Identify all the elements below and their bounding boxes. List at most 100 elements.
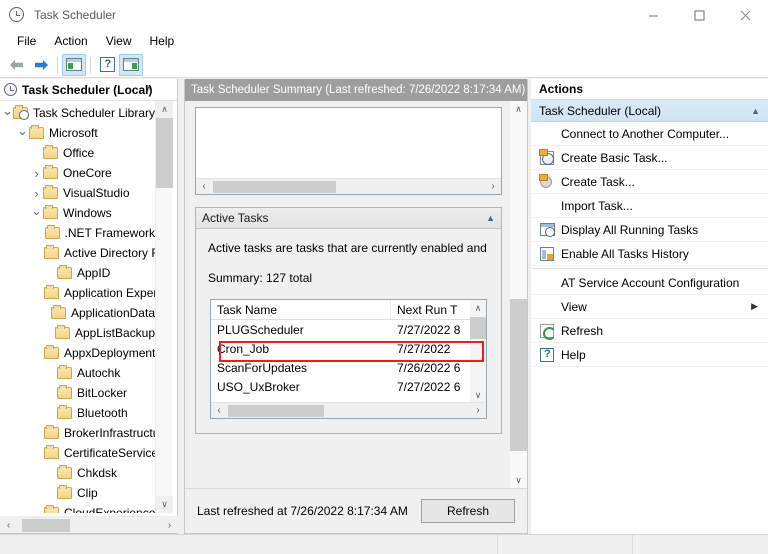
action-item[interactable]: Display All Running Tasks: [531, 218, 768, 242]
active-tasks-collapse-icon[interactable]: ▲: [486, 213, 495, 223]
folder-icon: [43, 205, 58, 219]
window-controls: [630, 0, 768, 30]
tree-item[interactable]: Autochk: [0, 363, 155, 383]
action-item[interactable]: View ▶: [531, 295, 768, 319]
active-tasks-header[interactable]: Active Tasks ▲: [196, 208, 501, 229]
tree-horizontal-scrollbar[interactable]: ‹ ›: [0, 516, 178, 533]
tree-item[interactable]: CloudExperienceHost: [0, 503, 155, 513]
tree-item[interactable]: BrokerInfrastructure: [0, 423, 155, 443]
overview-scroll-right-button[interactable]: ›: [485, 179, 501, 194]
action-item[interactable]: Connect to Another Computer...: [531, 122, 768, 146]
tree-scroll-up-button[interactable]: ∧: [156, 101, 173, 118]
back-arrow-icon[interactable]: [5, 54, 29, 76]
tree-item[interactable]: Bluetooth: [0, 403, 155, 423]
action-item[interactable]: Enable All Tasks History: [531, 242, 768, 266]
action-item-label: AT Service Account Configuration: [561, 275, 740, 290]
forward-arrow-icon[interactable]: [29, 54, 53, 76]
chevron-down-icon[interactable]: [30, 203, 43, 223]
actions-group-header[interactable]: Task Scheduler (Local) ▲: [531, 100, 768, 122]
action-item[interactable]: Help: [531, 343, 768, 367]
tasklist-horizontal-scrollbar[interactable]: ‹ ›: [211, 402, 486, 418]
action-item-label: Connect to Another Computer...: [561, 126, 730, 141]
summary-vertical-scrollbar[interactable]: ∧ ∨: [510, 101, 527, 489]
tree-item-label: CertificateServicesClient: [64, 446, 155, 460]
action-item[interactable]: Create Task...: [531, 170, 768, 194]
tree-item[interactable]: AppListBackup: [0, 323, 155, 343]
overview-scroll-left-button[interactable]: ‹: [196, 179, 212, 194]
tree-item[interactable]: AppID: [0, 263, 155, 283]
tasklist-scroll-right-button[interactable]: ›: [470, 403, 486, 418]
actions-divider: [531, 268, 768, 269]
tree-scroll-left-button[interactable]: ‹: [0, 517, 17, 534]
menu-view[interactable]: View: [97, 32, 141, 50]
column-header-task-name[interactable]: Task Name: [211, 300, 391, 319]
tasklist-scroll-up-button[interactable]: ∧: [470, 300, 486, 317]
tasklist-vertical-scrollbar[interactable]: ∧ ∨: [470, 300, 486, 404]
show-action-pane-icon[interactable]: [119, 53, 143, 76]
summary-vscroll-thumb[interactable]: [510, 299, 527, 451]
tree-item[interactable]: Active Directory Rights Management: [0, 243, 155, 263]
tree-item[interactable]: BitLocker: [0, 383, 155, 403]
overview-hscroll-thumb[interactable]: [213, 181, 336, 193]
actions-group-label: Task Scheduler (Local): [539, 103, 662, 118]
chevron-down-icon[interactable]: [2, 103, 13, 123]
tasklist-vscroll-thumb[interactable]: [470, 317, 486, 339]
action-item[interactable]: AT Service Account Configuration: [531, 271, 768, 295]
tasklist-hscroll-thumb[interactable]: [228, 405, 324, 417]
tree-item[interactable]: Windows: [0, 203, 155, 223]
tree-item[interactable]: VisualStudio: [0, 183, 155, 203]
tree-item[interactable]: ApplicationData: [0, 303, 155, 323]
active-tasks-rows: PLUGScheduler 7/27/2022 8 Cron_Job 7/27/202…: [211, 320, 486, 396]
tree-item[interactable]: CertificateServicesClient: [0, 443, 155, 463]
minimize-button[interactable]: [630, 0, 676, 30]
active-tasks-description: Active tasks are tasks that are currentl…: [208, 241, 487, 255]
chevron-right-icon[interactable]: [30, 163, 43, 183]
table-row[interactable]: PLUGScheduler 7/27/2022 8: [211, 320, 486, 339]
tree-scroll-down-button[interactable]: ∨: [156, 496, 173, 513]
table-row[interactable]: USO_UxBroker 7/27/2022 6: [211, 377, 486, 396]
menu-file[interactable]: File: [8, 32, 45, 50]
tasklist-scroll-left-button[interactable]: ‹: [211, 403, 227, 418]
tree-vertical-scrollbar[interactable]: ∧ ∨: [155, 101, 173, 513]
tree-item[interactable]: Application Experience: [0, 283, 155, 303]
tree-item-label: AppxDeploymentClient: [64, 346, 155, 360]
menu-action[interactable]: Action: [45, 32, 96, 50]
action-item[interactable]: Create Basic Task...: [531, 146, 768, 170]
tree-item[interactable]: Office: [0, 143, 155, 163]
submenu-arrow-icon[interactable]: ▶: [751, 301, 758, 312]
tree-hscroll-thumb[interactable]: [22, 519, 70, 532]
help-icon[interactable]: [95, 54, 119, 76]
refresh-button[interactable]: Refresh: [421, 499, 515, 523]
tree-item[interactable]: Chkdsk: [0, 463, 155, 483]
summary-scroll-up-button[interactable]: ∧: [510, 101, 527, 118]
overview-hscrollbar[interactable]: ‹ ›: [196, 178, 501, 194]
chevron-down-icon[interactable]: [16, 123, 29, 143]
menu-help[interactable]: Help: [141, 32, 184, 50]
folder-icon: [44, 445, 59, 459]
tree-root-header[interactable]: Task Scheduler (Local) ∧: [0, 79, 177, 101]
table-row[interactable]: Cron_Job 7/27/2022: [211, 339, 486, 358]
tree-item[interactable]: Microsoft: [0, 123, 155, 143]
tree-root-label: Task Scheduler (Local): [22, 82, 153, 97]
actions-item-list: Connect to Another Computer... Create Bas…: [531, 122, 768, 367]
close-button[interactable]: [722, 0, 768, 30]
tree-scroll-thumb[interactable]: [156, 118, 173, 188]
tree-item[interactable]: .NET Framework: [0, 223, 155, 243]
maximize-button[interactable]: [676, 0, 722, 30]
tree-item[interactable]: Task Scheduler Library: [0, 103, 155, 123]
table-row[interactable]: ScanForUpdates 7/26/2022 6: [211, 358, 486, 377]
actions-group-collapse-icon[interactable]: ▲: [751, 106, 760, 116]
active-tasks-listbox[interactable]: Task Name Next Run T PLUGScheduler 7/27/2…: [210, 299, 487, 419]
tree-collapse-icon[interactable]: ∧: [141, 79, 157, 100]
tree-item[interactable]: OneCore: [0, 163, 155, 183]
tree-item[interactable]: Clip: [0, 483, 155, 503]
chevron-right-icon[interactable]: [30, 183, 43, 203]
tree-scroll-right-button[interactable]: ›: [161, 517, 178, 534]
window-title: Task Scheduler: [34, 8, 117, 22]
show-console-tree-icon[interactable]: [62, 53, 86, 76]
summary-pane: Task Scheduler Summary (Last refreshed: …: [184, 79, 528, 534]
action-item[interactable]: Refresh: [531, 319, 768, 343]
action-item[interactable]: Import Task...: [531, 194, 768, 218]
tree-item[interactable]: AppxDeploymentClient: [0, 343, 155, 363]
summary-scroll-down-button[interactable]: ∨: [510, 472, 527, 489]
